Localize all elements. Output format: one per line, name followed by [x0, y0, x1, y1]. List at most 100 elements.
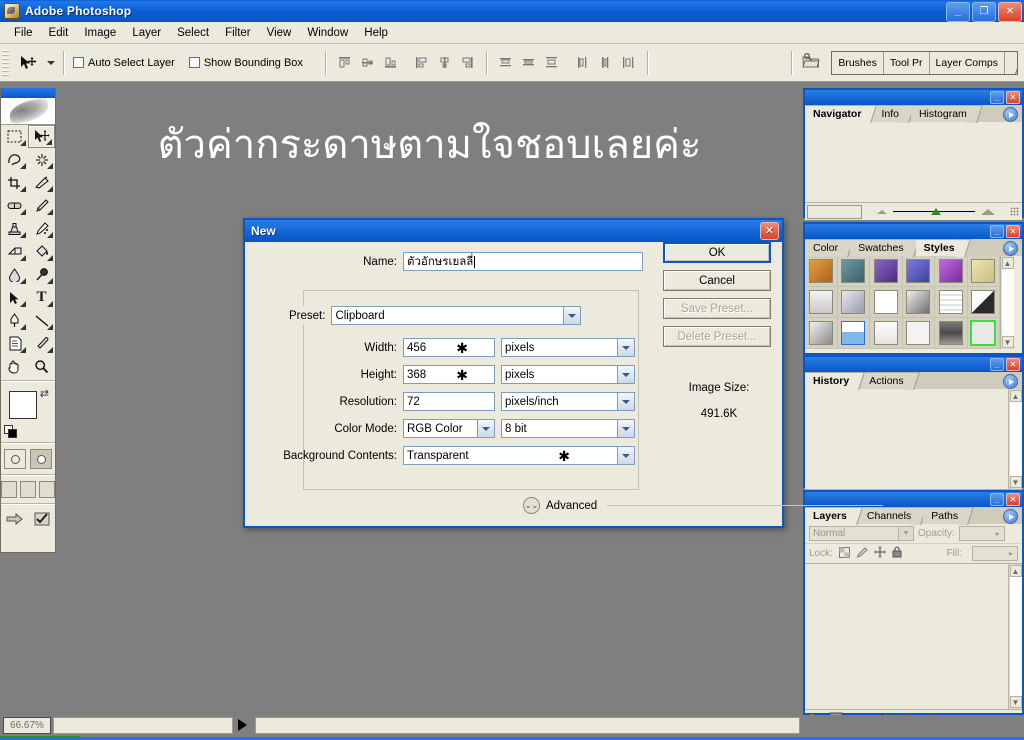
ok-button[interactable]: OK: [663, 242, 771, 263]
menu-filter[interactable]: Filter: [217, 25, 259, 41]
lock-all-icon[interactable]: [892, 546, 902, 561]
foreground-color-swatch[interactable]: [9, 391, 37, 419]
scroll-track[interactable]: [1009, 402, 1022, 476]
auto-select-layer-checkbox[interactable]: Auto Select Layer: [73, 57, 175, 69]
align-top-edges-icon[interactable]: [335, 53, 355, 73]
navigator-minimize-button[interactable]: _: [990, 91, 1004, 104]
history-close-button[interactable]: ✕: [1006, 358, 1020, 371]
style-swatch[interactable]: [870, 318, 903, 349]
fill-input[interactable]: ▸: [972, 546, 1018, 561]
menu-edit[interactable]: Edit: [41, 25, 77, 41]
chevron-down-icon[interactable]: [617, 366, 634, 383]
history-states-list[interactable]: [805, 389, 1008, 489]
style-swatch[interactable]: [935, 256, 968, 287]
dialog-close-button[interactable]: ✕: [760, 222, 779, 240]
standard-screen-mode-icon[interactable]: [1, 481, 17, 498]
menu-window[interactable]: Window: [299, 25, 356, 41]
height-unit-select[interactable]: pixels: [501, 365, 635, 384]
menu-layer[interactable]: Layer: [124, 25, 169, 41]
distribute-vertical-centers-icon[interactable]: [519, 53, 539, 73]
style-swatch[interactable]: [967, 287, 1000, 318]
history-minimize-button[interactable]: _: [990, 358, 1004, 371]
close-button[interactable]: ✕: [998, 2, 1022, 22]
zoom-out-icon[interactable]: [877, 209, 887, 214]
quick-mask-mode-icon[interactable]: [30, 449, 52, 469]
layers-minimize-button[interactable]: _: [990, 493, 1004, 506]
lock-image-pixels-icon[interactable]: [856, 546, 868, 561]
line-tool[interactable]: [28, 309, 55, 332]
style-swatch[interactable]: [902, 256, 935, 287]
style-swatch[interactable]: [935, 287, 968, 318]
tool-preset-chevron-down-icon[interactable]: [47, 60, 55, 65]
width-input[interactable]: 456 ✱: [403, 338, 495, 357]
scroll-track[interactable]: [1009, 577, 1022, 696]
menu-select[interactable]: Select: [169, 25, 217, 41]
tab-history[interactable]: History: [805, 372, 857, 389]
navigator-palette-title-bar[interactable]: _ ✕: [805, 90, 1022, 105]
scroll-up-icon[interactable]: ▲: [1001, 257, 1014, 269]
opacity-slider-arrow-icon[interactable]: ▸: [992, 527, 1004, 540]
chevron-down-icon[interactable]: [477, 420, 494, 437]
file-browser-icon[interactable]: [801, 52, 821, 73]
styles-close-button[interactable]: ✕: [1006, 225, 1020, 238]
fill-slider-arrow-icon[interactable]: ▸: [1005, 547, 1017, 560]
align-horizontal-centers-icon[interactable]: [435, 53, 455, 73]
opacity-input[interactable]: ▸: [958, 526, 1005, 541]
paint-bucket-tool[interactable]: [28, 240, 55, 263]
chevron-down-icon[interactable]: ▼: [898, 527, 913, 540]
history-palette-menu-icon[interactable]: [1003, 374, 1018, 389]
styles-palette-menu-icon[interactable]: [1003, 241, 1018, 256]
tab-histogram[interactable]: Histogram: [910, 105, 974, 122]
tab-navigator[interactable]: Navigator: [805, 105, 869, 122]
resolution-unit-select[interactable]: pixels/inch: [501, 392, 635, 411]
distribute-right-edges-icon[interactable]: [619, 53, 639, 73]
pen-tool[interactable]: [1, 309, 28, 332]
palette-well-tab-brushes[interactable]: Brushes: [832, 51, 884, 74]
navigator-close-button[interactable]: ✕: [1006, 91, 1020, 104]
path-selection-tool[interactable]: [1, 286, 28, 309]
menu-view[interactable]: View: [259, 25, 300, 41]
minimize-button[interactable]: _: [946, 2, 970, 22]
align-left-edges-icon[interactable]: [412, 53, 432, 73]
style-swatch[interactable]: [870, 287, 903, 318]
lock-position-icon[interactable]: [873, 546, 886, 561]
history-brush-tool[interactable]: [28, 217, 55, 240]
advanced-expand-chevron-down-icon[interactable]: ⌄⌄: [523, 497, 540, 514]
chevron-down-icon[interactable]: [563, 307, 581, 324]
styles-palette-title-bar[interactable]: _ ✕: [805, 224, 1022, 239]
move-tool[interactable]: [28, 125, 55, 148]
scroll-down-icon[interactable]: ▼: [1009, 696, 1022, 708]
default-colors-icon[interactable]: [4, 425, 17, 438]
scroll-track[interactable]: [1001, 269, 1014, 336]
style-swatch[interactable]: [837, 287, 870, 318]
menu-file[interactable]: File: [6, 25, 41, 41]
style-swatch[interactable]: [805, 287, 838, 318]
zoom-tool[interactable]: [28, 355, 55, 378]
checkbox-box[interactable]: [188, 57, 200, 68]
height-input[interactable]: 368 ✱: [403, 365, 495, 384]
move-tool-icon[interactable]: [13, 50, 43, 76]
full-screen-with-menubar-icon[interactable]: [20, 481, 36, 498]
tab-layers[interactable]: Layers: [805, 507, 854, 524]
toolbox-title-bar[interactable]: [1, 88, 55, 98]
swap-colors-icon[interactable]: ⇄: [40, 387, 49, 400]
tab-color[interactable]: Color: [805, 239, 846, 256]
cancel-button[interactable]: Cancel: [663, 270, 771, 291]
distribute-bottom-edges-icon[interactable]: [542, 53, 562, 73]
notes-tool[interactable]: [1, 332, 28, 355]
menu-image[interactable]: Image: [76, 25, 124, 41]
style-swatch[interactable]: [805, 318, 838, 349]
tab-styles[interactable]: Styles: [915, 239, 962, 256]
distribute-left-edges-icon[interactable]: [573, 53, 593, 73]
healing-brush-tool[interactable]: [1, 194, 28, 217]
distribute-horizontal-centers-icon[interactable]: [596, 53, 616, 73]
jump-to-imageready-icon[interactable]: [6, 511, 26, 530]
styles-scrollbar[interactable]: ▲ ▼: [1000, 256, 1014, 349]
palette-well-tab-layer-comps[interactable]: Layer Comps: [929, 51, 1005, 74]
clone-stamp-tool[interactable]: [1, 217, 28, 240]
edit-in-imageready-icon[interactable]: [34, 511, 51, 530]
play-arrow-icon[interactable]: [238, 719, 247, 731]
magic-wand-tool[interactable]: [28, 148, 55, 171]
chevron-down-icon[interactable]: [617, 420, 634, 437]
style-swatch[interactable]: [935, 318, 968, 349]
